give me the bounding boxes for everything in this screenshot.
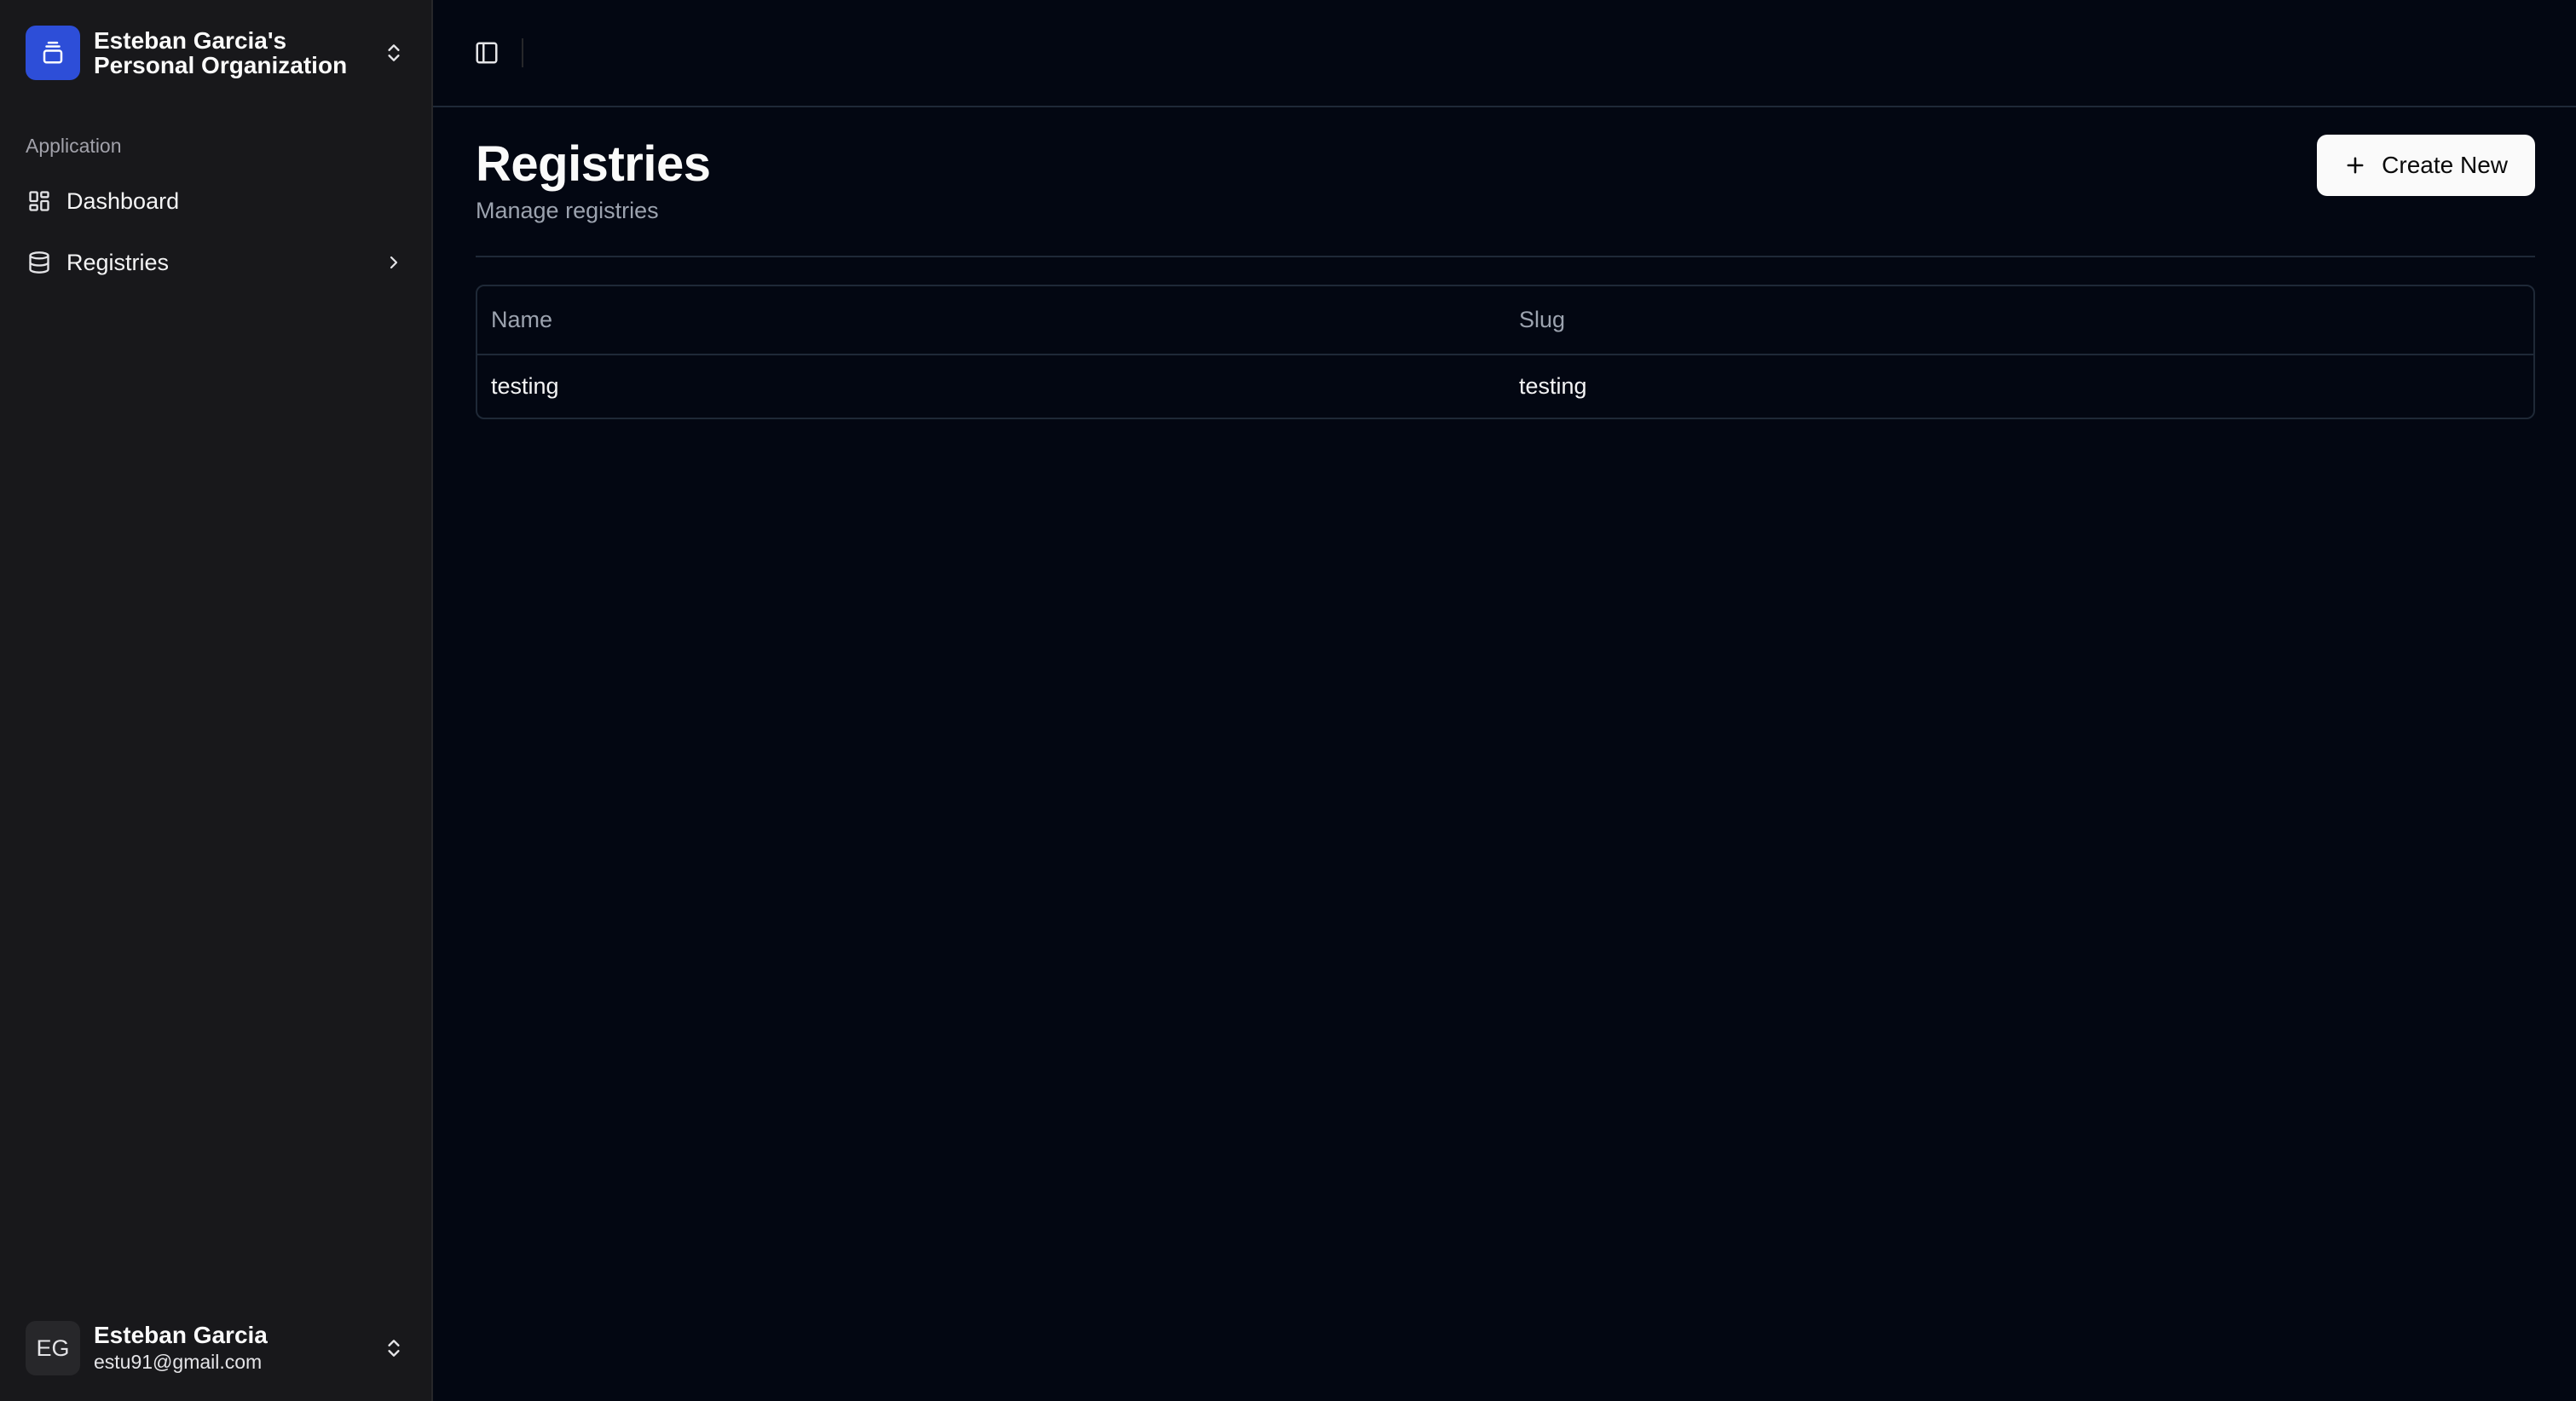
cell-slug: testing xyxy=(1519,373,1587,399)
table-row[interactable]: testing testing xyxy=(477,355,2533,418)
org-name-line-2: Personal Organization xyxy=(94,52,348,78)
page-heading: Registries Manage registries xyxy=(476,135,711,225)
avatar: EG xyxy=(26,1321,80,1375)
chevrons-up-down-icon xyxy=(380,39,407,66)
user-info: Esteban Garcia estu91@gmail.com xyxy=(94,1322,380,1375)
column-header-slug: Slug xyxy=(1505,286,2533,355)
org-logo xyxy=(26,26,80,80)
create-new-button[interactable]: Create New xyxy=(2317,135,2535,196)
org-name-line-1: Esteban Garcia's xyxy=(94,27,287,54)
sidebar-item-label: Dashboard xyxy=(66,187,180,214)
cell-name: testing xyxy=(491,373,559,399)
database-icon xyxy=(26,249,53,276)
page-header: Registries Manage registries Create New xyxy=(476,135,2535,225)
page-subtitle: Manage registries xyxy=(476,198,659,223)
main-content: Registries Manage registries Create New xyxy=(433,0,2576,1401)
chevrons-up-down-icon xyxy=(380,1335,407,1362)
registries-table: Name Slug testing testing xyxy=(476,285,2535,419)
header-divider xyxy=(476,256,2535,257)
layout-grid-icon xyxy=(26,187,53,215)
sidebar-nav: Dashboard Registries xyxy=(15,172,418,295)
plus-icon xyxy=(2342,153,2368,178)
org-switcher[interactable]: Esteban Garcia's Personal Organization xyxy=(15,15,418,90)
box-stack-icon xyxy=(43,41,63,64)
app-root: Esteban Garcia's Personal Organization A… xyxy=(0,0,2576,1401)
user-email: estu91@gmail.com xyxy=(94,1351,263,1373)
column-header-name: Name xyxy=(477,286,1505,355)
chevron-right-icon xyxy=(380,249,407,276)
create-new-label: Create New xyxy=(2382,152,2508,178)
user-switcher[interactable]: EG Esteban Garcia estu91@gmail.com xyxy=(15,1311,418,1386)
sidebar-toggle-button[interactable] xyxy=(469,35,505,71)
org-name: Esteban Garcia's Personal Organization xyxy=(94,28,380,78)
table-header-row: Name Slug xyxy=(477,286,2533,355)
page-content: Registries Manage registries Create New xyxy=(476,135,2535,419)
sidebar-group-label: Application xyxy=(26,135,122,157)
sidebar: Esteban Garcia's Personal Organization A… xyxy=(0,0,433,1401)
sidebar-item-registries[interactable]: Registries xyxy=(15,234,418,291)
sidebar-item-label: Registries xyxy=(66,249,170,275)
top-bar xyxy=(433,0,2576,107)
sidebar-item-dashboard[interactable]: Dashboard xyxy=(15,172,418,230)
user-name: Esteban Garcia xyxy=(94,1322,268,1348)
panel-left-icon xyxy=(476,42,498,64)
topbar-separator xyxy=(522,38,523,67)
page-title: Registries xyxy=(476,136,711,192)
